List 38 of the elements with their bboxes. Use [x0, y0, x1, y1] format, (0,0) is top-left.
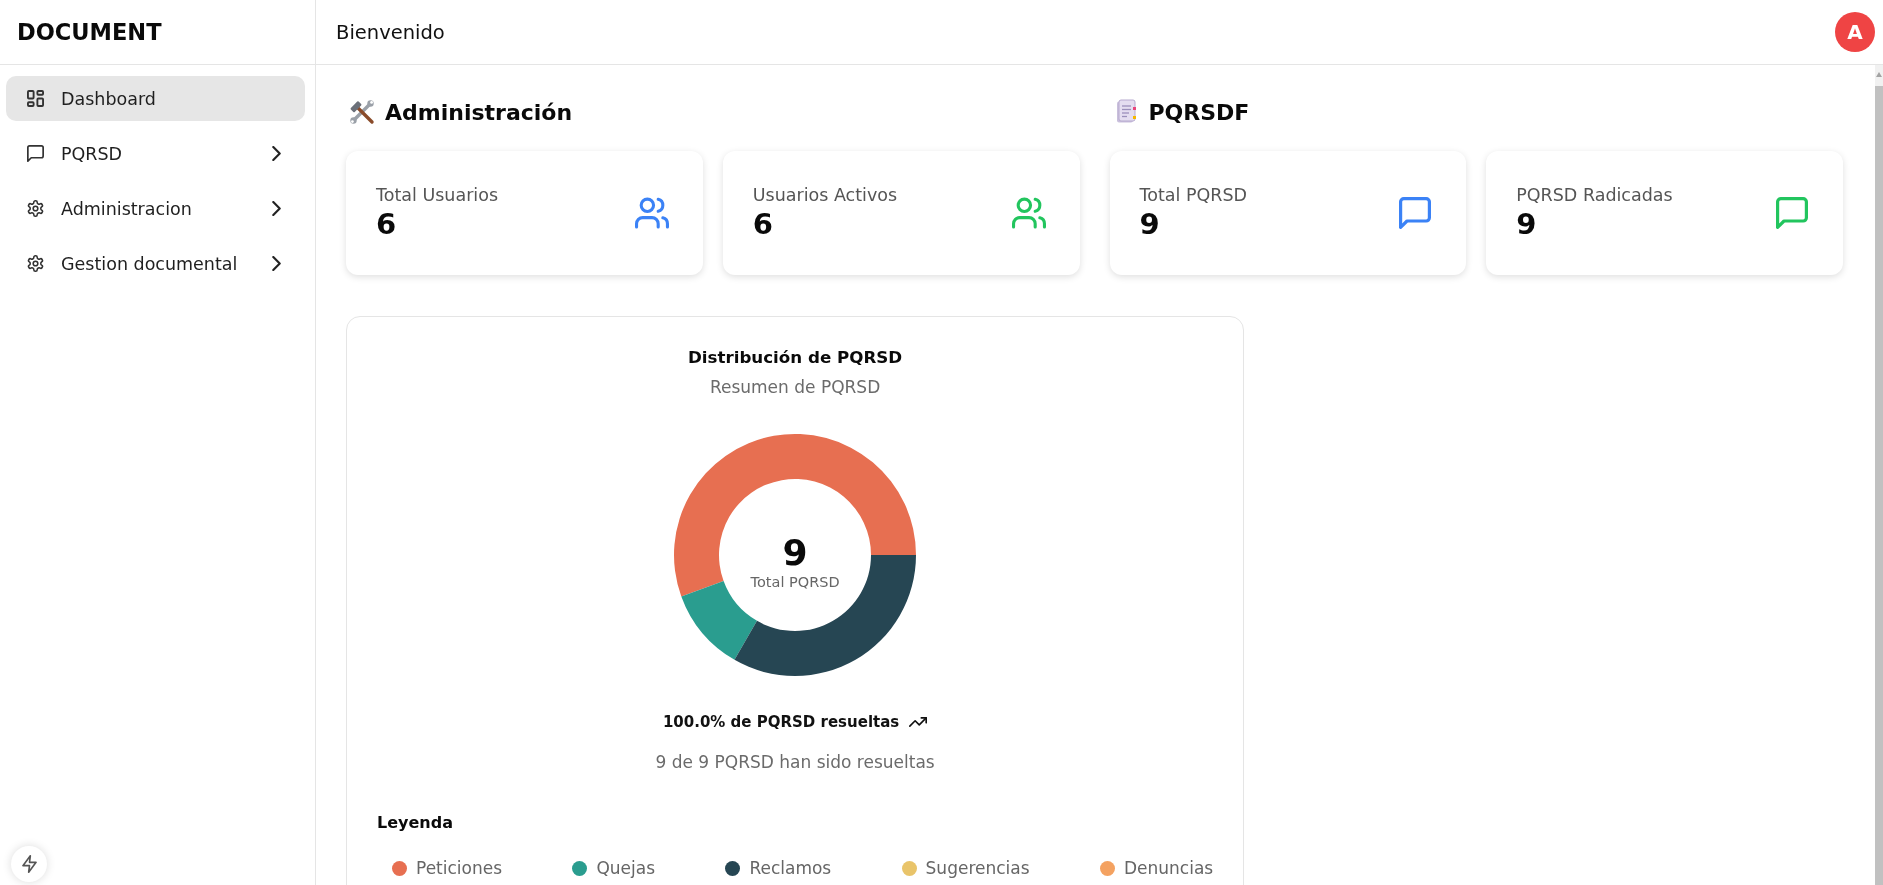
dashboard-grid-icon: [27, 90, 44, 107]
settings-icon: [27, 255, 44, 272]
sidebar-item[interactable]: Dashboard: [6, 76, 305, 121]
resolved-detail: 9 de 9 PQRSD han sido resueltas: [655, 751, 935, 773]
chat-icon: [27, 145, 44, 162]
stat-value: 6: [376, 206, 398, 242]
resolved-summary: 100.0% de PQRSD resueltas: [662, 712, 900, 732]
legend-label: Peticiones: [416, 858, 503, 878]
scroll-up-arrow-icon[interactable]: [1876, 72, 1882, 77]
stat-label: Usuarios Activos: [752, 184, 898, 206]
legend-label: Quejas: [596, 858, 656, 878]
lightning-icon: [20, 855, 38, 873]
legend-label: Denuncias: [1123, 858, 1214, 878]
lightning-button[interactable]: [11, 846, 47, 882]
chart-title: Distribución de PQRSD: [687, 346, 903, 369]
page-title: Bienvenido: [336, 20, 445, 44]
user-avatar[interactable]: A: [1835, 12, 1875, 52]
legend-title: Leyenda: [377, 813, 453, 832]
total-count: 9: [782, 533, 808, 573]
stat-label: PQRSD Radicadas: [1516, 184, 1673, 206]
stat-label: Total PQRSD: [1139, 184, 1247, 206]
section-title: Administración: [385, 99, 573, 125]
trend-up-icon: [909, 716, 928, 728]
hammer-and-wrench-icon: [349, 99, 375, 125]
app-logo-text: DOCUMENT: [17, 19, 162, 45]
sidebar-item[interactable]: Gestion documental: [6, 241, 305, 286]
stat-value: 9: [1139, 206, 1161, 242]
stat-label: Total Usuarios: [376, 184, 499, 206]
legend-label: Sugerencias: [925, 858, 1030, 878]
stat-value: 9: [1516, 206, 1538, 242]
total-label: Total PQRSD: [750, 573, 840, 591]
settings-icon: [27, 200, 44, 217]
sidebar-item[interactable]: Administracion: [6, 186, 305, 231]
stat-value: 6: [752, 206, 774, 242]
section-title: PQRSDF: [1148, 99, 1250, 125]
legend-label: Reclamos: [749, 858, 832, 878]
sidebar-item[interactable]: PQRSD: [6, 131, 305, 176]
chart-subtitle: Resumen de PQRSD: [709, 376, 881, 399]
